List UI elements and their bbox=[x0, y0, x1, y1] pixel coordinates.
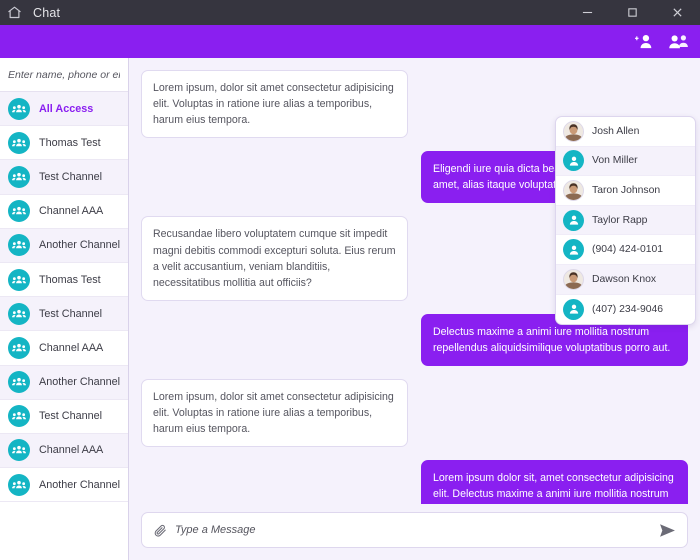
contact-list-item[interactable]: Dawson Knox bbox=[556, 264, 695, 295]
message-row-in: Lorem ipsum, dolor sit amet consectetur … bbox=[141, 379, 688, 448]
sidebar-item-label: Channel AAA bbox=[39, 205, 104, 218]
group-icon bbox=[8, 336, 30, 359]
maximize-icon bbox=[628, 8, 637, 17]
app-header-bar bbox=[0, 25, 700, 58]
contact-list-item[interactable]: Von Miller bbox=[556, 146, 695, 177]
sidebar-item-another-channel[interactable]: Another Channel bbox=[0, 228, 128, 263]
contact-name: (407) 234-9046 bbox=[592, 303, 664, 315]
contact-list-item[interactable]: Josh Allen bbox=[556, 117, 695, 147]
contact-list-item[interactable]: (407) 234-9046 bbox=[556, 295, 695, 325]
sidebar-item-channel-aaa[interactable]: Channel AAA bbox=[0, 331, 128, 366]
contact-name: Dawson Knox bbox=[592, 273, 657, 285]
sidebar-item-label: Channel AAA bbox=[39, 444, 104, 457]
contact-name: Josh Allen bbox=[592, 125, 640, 137]
message-row-out: Lorem ipsum dolor sit, amet consectetur … bbox=[141, 460, 688, 504]
message-composer[interactable] bbox=[141, 512, 688, 548]
sidebar-item-label: Another Channel bbox=[39, 478, 121, 491]
home-icon bbox=[7, 5, 22, 20]
search-input[interactable] bbox=[8, 68, 120, 81]
person-icon bbox=[563, 150, 584, 172]
paperclip-icon[interactable] bbox=[153, 523, 167, 537]
group-icon bbox=[8, 97, 30, 120]
sidebar-item-label: All Access bbox=[39, 102, 94, 115]
outgoing-message-bubble: Lorem ipsum dolor sit, amet consectetur … bbox=[421, 460, 688, 504]
sidebar-item-channel-aaa[interactable]: Channel AAA bbox=[0, 433, 128, 469]
person-icon bbox=[563, 209, 584, 231]
avatar bbox=[563, 179, 584, 201]
group-icon bbox=[8, 302, 30, 325]
sidebar-item-label: Thomas Test bbox=[39, 273, 101, 286]
sidebar-search-container bbox=[0, 58, 128, 92]
minimize-button[interactable] bbox=[565, 0, 610, 25]
group-icon bbox=[8, 268, 30, 291]
group-icon bbox=[8, 165, 30, 188]
contact-name: Taylor Rapp bbox=[592, 214, 648, 226]
sidebar-item-label: Test Channel bbox=[39, 170, 103, 183]
sidebar-item-label: Another Channel bbox=[39, 376, 121, 389]
incoming-message-bubble: Recusandae libero voluptatem cumque sit … bbox=[141, 216, 408, 301]
group-icon bbox=[8, 200, 30, 223]
sidebar-item-test-channel[interactable]: Test Channel bbox=[0, 160, 128, 195]
group-icon bbox=[8, 405, 30, 428]
group-icon bbox=[8, 473, 30, 496]
group-icon bbox=[8, 234, 30, 257]
sidebar-item-thomas-test[interactable]: Thomas Test bbox=[0, 262, 128, 298]
sidebar-item-all-access[interactable]: All Access bbox=[0, 92, 128, 127]
contacts-dropdown-panel: Josh Allen Von Miller Taron Johnson Taylor … bbox=[555, 116, 696, 326]
message-input[interactable] bbox=[175, 524, 651, 536]
send-icon[interactable] bbox=[659, 523, 676, 538]
sidebar-item-label: Test Channel bbox=[39, 307, 103, 320]
group-icon bbox=[8, 439, 30, 462]
incoming-message-bubble: Lorem ipsum, dolor sit amet consectetur … bbox=[141, 70, 408, 139]
contact-name: (904) 424-0101 bbox=[592, 244, 664, 256]
contact-list-item[interactable]: (904) 424-0101 bbox=[556, 235, 695, 265]
group-people-icon[interactable] bbox=[668, 33, 690, 50]
channel-list: All Access Thomas Test Test Channel Channel… bbox=[0, 92, 128, 560]
close-icon bbox=[673, 8, 682, 17]
composer-container bbox=[129, 504, 700, 560]
sidebar-item-label: Thomas Test bbox=[39, 136, 101, 149]
person-icon bbox=[563, 298, 584, 320]
add-person-icon[interactable] bbox=[635, 33, 655, 50]
sidebar-item-another-channel[interactable]: Another Channel bbox=[0, 365, 128, 400]
sidebar-item-channel-aaa[interactable]: Channel AAA bbox=[0, 194, 128, 229]
contact-name: Taron Johnson bbox=[592, 184, 661, 196]
maximize-button[interactable] bbox=[610, 0, 655, 25]
minimize-icon bbox=[582, 11, 593, 14]
main-body: All Access Thomas Test Test Channel Channel… bbox=[0, 58, 700, 560]
avatar bbox=[563, 268, 584, 290]
group-icon bbox=[8, 371, 30, 394]
sidebar-item-label: Channel AAA bbox=[39, 341, 104, 354]
sidebar-item-test-channel[interactable]: Test Channel bbox=[0, 297, 128, 332]
contact-list-item[interactable]: Taron Johnson bbox=[556, 176, 695, 206]
title-bar: Chat bbox=[0, 0, 700, 25]
incoming-message-bubble: Lorem ipsum, dolor sit amet consectetur … bbox=[141, 379, 408, 448]
close-button[interactable] bbox=[655, 0, 700, 25]
sidebar-item-another-channel[interactable]: Another Channel bbox=[0, 468, 128, 503]
channel-sidebar: All Access Thomas Test Test Channel Channel… bbox=[0, 58, 129, 560]
window-title: Chat bbox=[33, 5, 61, 20]
sidebar-item-thomas-test[interactable]: Thomas Test bbox=[0, 126, 128, 161]
sidebar-item-label: Another Channel bbox=[39, 239, 121, 252]
group-icon bbox=[8, 131, 30, 154]
contact-name: Von Miller bbox=[592, 155, 638, 167]
person-icon bbox=[563, 239, 584, 261]
chat-application-window: Chat Enter name, phone or email All Acce… bbox=[0, 0, 700, 560]
sidebar-item-label: Test Channel bbox=[39, 410, 103, 423]
avatar bbox=[563, 120, 584, 142]
sidebar-item-test-channel[interactable]: Test Channel bbox=[0, 399, 128, 434]
contact-list-item[interactable]: Taylor Rapp bbox=[556, 205, 695, 236]
